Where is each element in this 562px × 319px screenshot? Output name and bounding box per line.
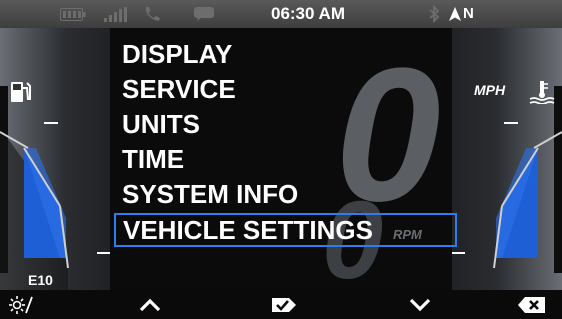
day-night-icon xyxy=(9,295,43,314)
down-arrow-icon xyxy=(409,298,431,311)
menu-item-system-info[interactable]: SYSTEM INFO xyxy=(122,179,298,209)
menu-item-time[interactable]: TIME xyxy=(122,144,184,174)
temp-gauge-graphic xyxy=(452,86,562,273)
menu-item-service[interactable]: SERVICE xyxy=(122,74,236,104)
up-button[interactable] xyxy=(130,290,170,319)
status-bar: 06:30 AM N xyxy=(0,0,562,28)
day-night-button[interactable] xyxy=(8,290,48,319)
clock-time: 06:30 AM xyxy=(270,4,345,23)
fuel-pump-icon xyxy=(11,82,31,102)
bluetooth-icon xyxy=(429,5,440,23)
dashboard-screen: 06:30 AM N E10 MPH 0 0 RPM DISPLAY SERVI… xyxy=(0,0,562,319)
phone-icon xyxy=(145,7,160,21)
fuel-type-label: E10 xyxy=(28,272,53,288)
battery-icon xyxy=(60,8,86,21)
down-button[interactable] xyxy=(400,290,440,319)
signal-icon xyxy=(104,7,127,22)
compass-arrow-icon xyxy=(449,7,461,21)
back-delete-icon xyxy=(518,296,545,313)
message-icon xyxy=(194,7,214,21)
menu-item-vehicle-settings[interactable]: VEHICLE SETTINGS xyxy=(114,213,457,247)
menu-item-units[interactable]: UNITS xyxy=(122,109,200,139)
bottom-button-bar xyxy=(0,290,562,319)
speed-unit-label: MPH xyxy=(474,82,506,98)
back-button[interactable] xyxy=(512,290,552,319)
left-gauge xyxy=(0,28,110,290)
up-arrow-icon xyxy=(139,298,161,311)
compass-heading: N xyxy=(463,5,474,22)
coolant-temp-icon xyxy=(529,81,555,104)
right-gauge xyxy=(452,28,562,290)
select-button[interactable] xyxy=(264,290,304,319)
select-check-icon xyxy=(272,297,296,312)
menu-item-display[interactable]: DISPLAY xyxy=(122,39,232,69)
fuel-gauge-graphic xyxy=(0,86,110,290)
